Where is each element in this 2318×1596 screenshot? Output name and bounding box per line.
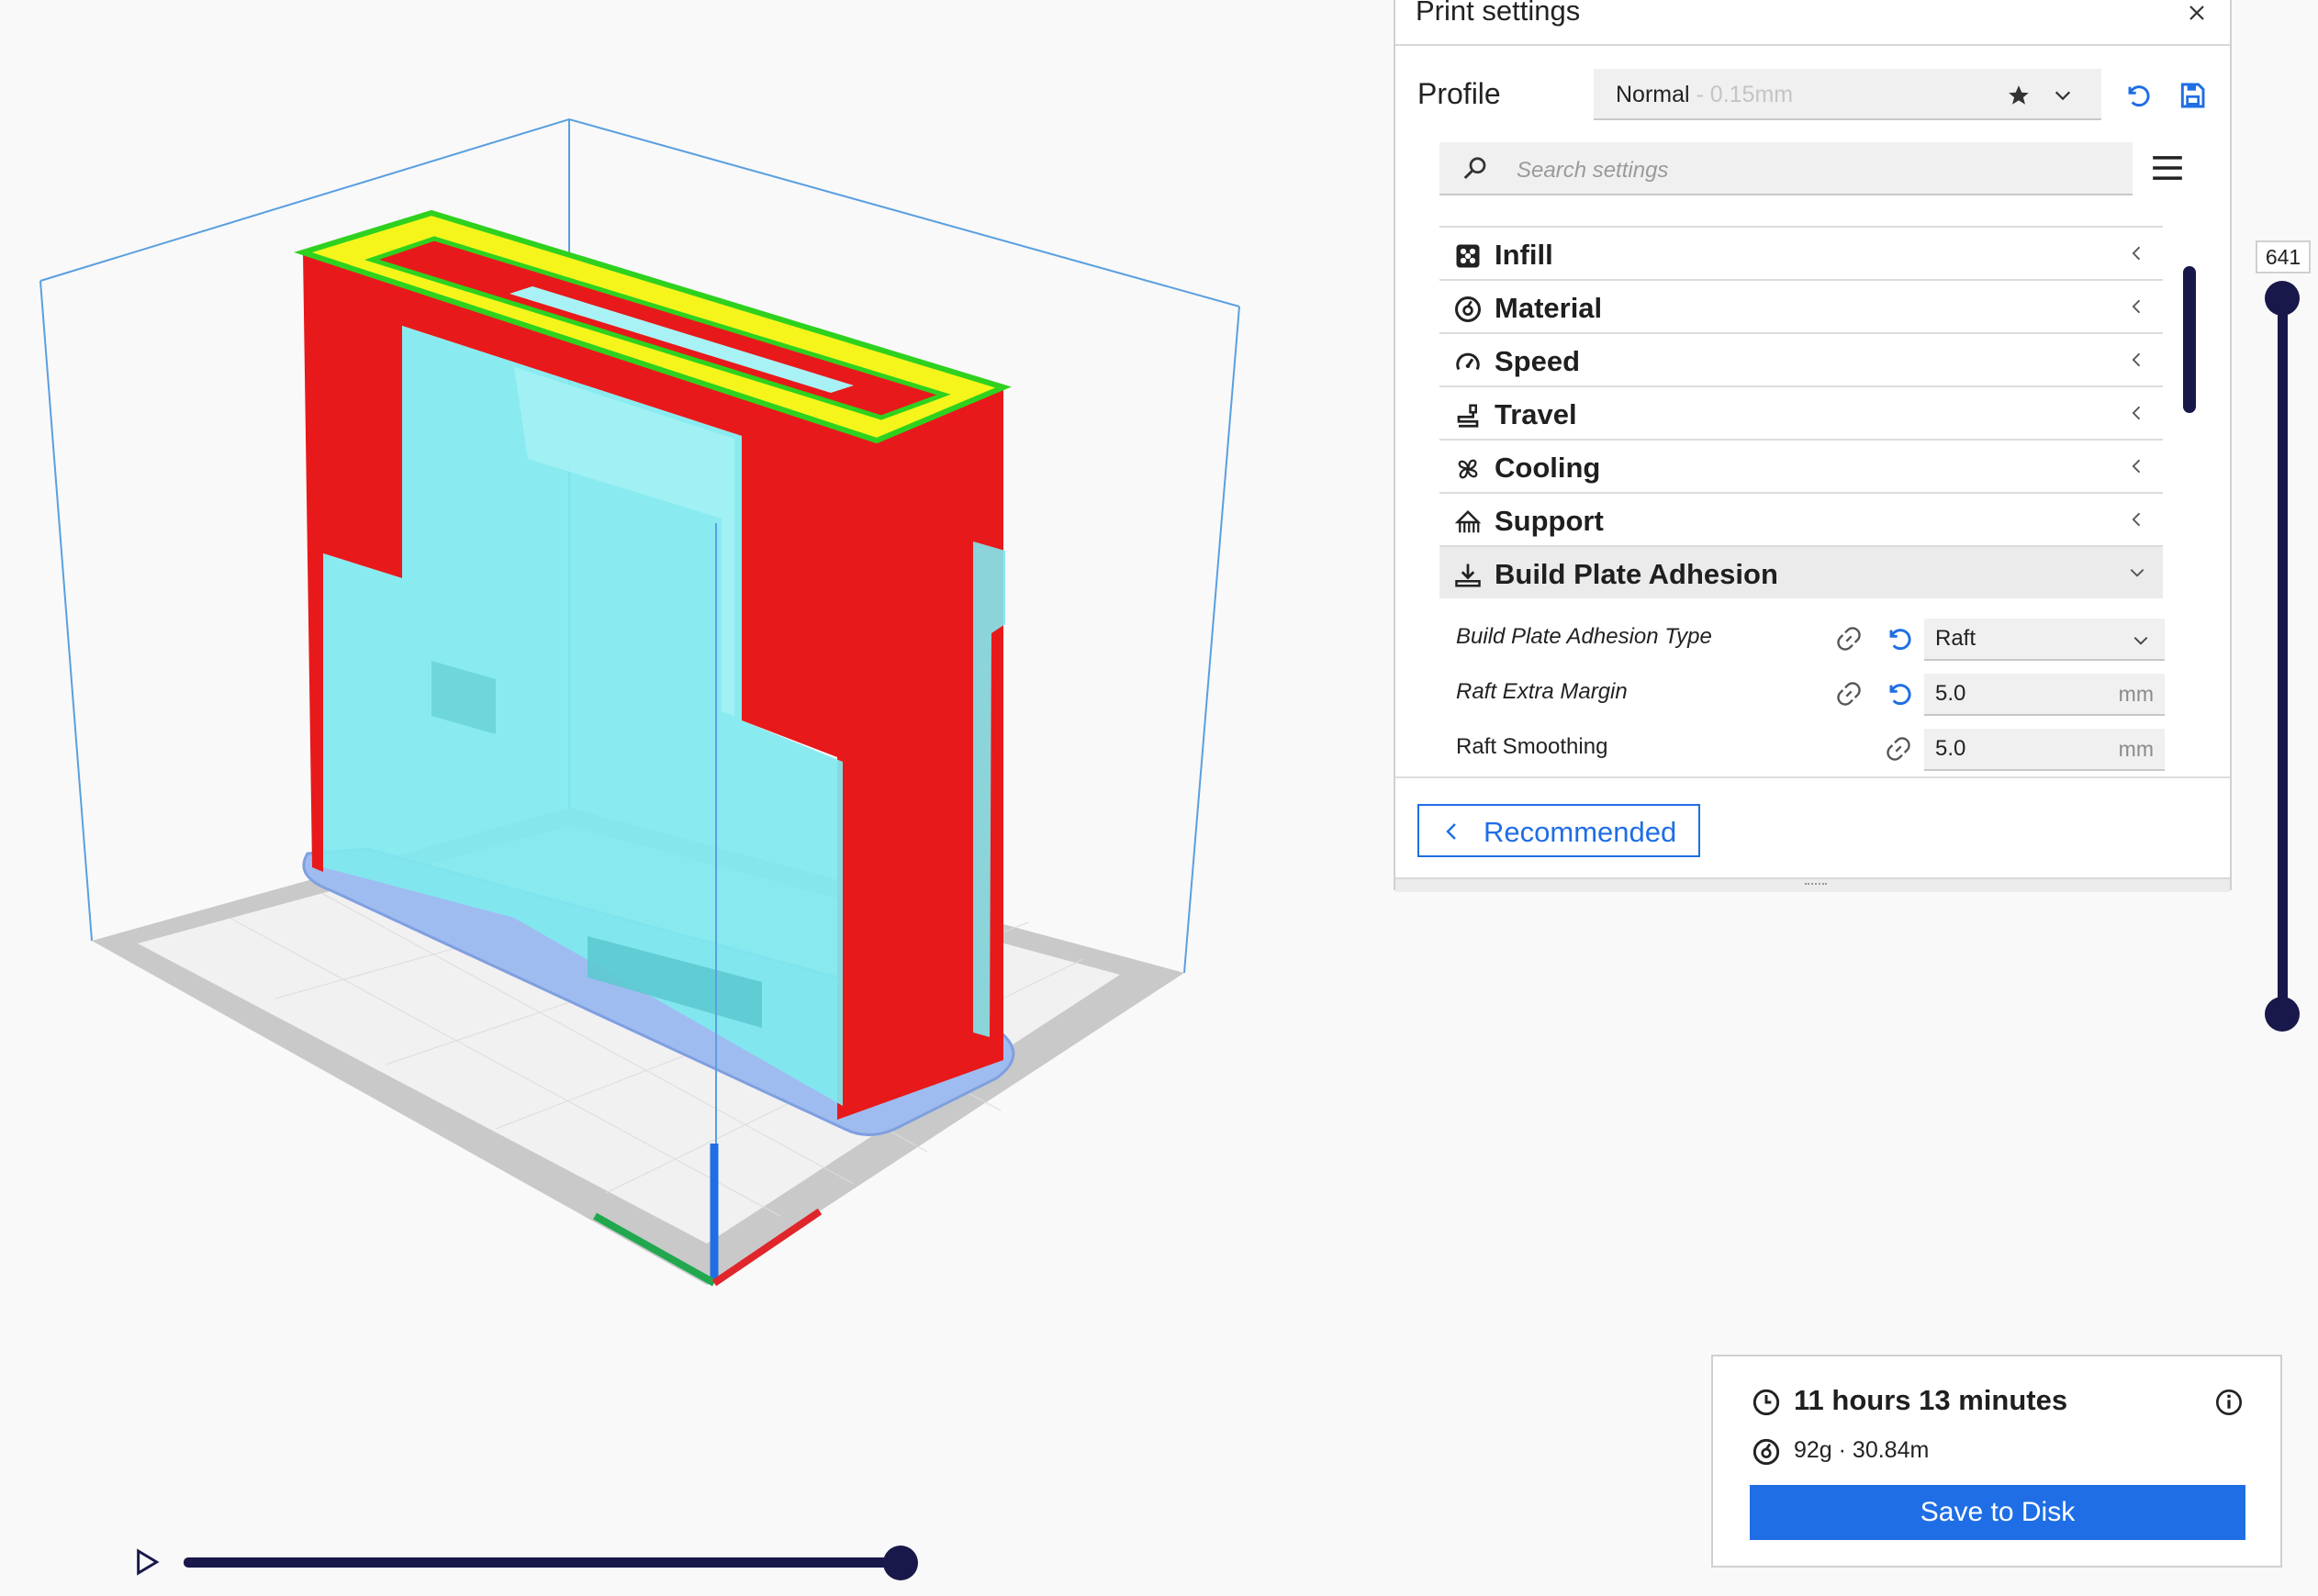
category-label: Material [1495,292,1603,324]
link-icon[interactable] [1834,624,1864,658]
unit-label: mm [2118,682,2154,706]
speed-icon [1454,349,1482,376]
support-icon [1454,508,1482,536]
layer-number-badge[interactable]: 641 [2256,240,2311,273]
adhesion-type-select[interactable]: Raft [1924,619,2165,661]
category-label: Infill [1495,239,1553,271]
category-label: Cooling [1495,452,1601,484]
recommended-button[interactable]: Recommended [1417,804,1700,857]
star-icon[interactable] [2007,84,2031,112]
category-label: Support [1495,505,1604,537]
build-plate-adhesion-icon [1454,562,1482,589]
setting-raft-extra-margin: Raft Extra Margin 5.0 mm [1439,666,2165,721]
category-speed[interactable]: Speed [1439,332,2163,385]
divider [1395,776,2230,778]
play-icon[interactable] [132,1547,162,1581]
material-usage: 92g · 30.84m [1794,1437,1930,1463]
search-icon [1461,155,1489,187]
print-settings-panel: Print settings Profile Normal - 0.15mm S… [1394,0,2232,892]
layer-slider-lower-handle[interactable] [2265,997,2300,1032]
layer-slider-upper-handle[interactable] [2265,281,2300,316]
link-icon[interactable] [1884,734,1913,768]
settings-category-list: Infill Material Speed Travel Cooling Sup… [1439,226,2163,598]
clock-icon [1752,1388,1781,1422]
chevron-left-icon [2128,510,2146,533]
adhesion-type-value: Raft [1935,626,1976,651]
search-placeholder: Search settings [1517,158,1669,183]
playback-slider-handle[interactable] [883,1546,918,1580]
save-to-disk-button[interactable]: Save to Disk [1750,1485,2245,1540]
raft-extra-margin-value: 5.0 [1935,681,1966,706]
hamburger-menu-icon[interactable] [2150,151,2185,190]
chevron-left-icon [2128,404,2146,427]
profile-name: Normal [1616,82,1690,107]
chevron-left-icon [2128,351,2146,374]
chevron-left-icon [1441,820,1463,847]
setting-label: Build Plate Adhesion Type [1456,624,1712,649]
save-icon[interactable] [2178,81,2207,115]
raft-extra-margin-input[interactable]: 5.0 mm [1924,674,2165,716]
layer-slider-track[interactable] [2278,298,2288,1014]
reset-icon[interactable] [1884,679,1913,713]
panel-header: Print settings [1395,0,2230,46]
category-travel[interactable]: Travel [1439,385,2163,439]
category-material[interactable]: Material [1439,279,2163,332]
print-time: 11 hours 13 minutes [1794,1384,2068,1416]
link-icon[interactable] [1834,679,1864,713]
chevron-down-icon [2132,631,2150,654]
setting-label: Raft Extra Margin [1456,679,1628,704]
chevron-left-icon [2128,297,2146,320]
setting-build-plate-adhesion-type: Build Plate Adhesion Type Raft [1439,611,2165,666]
playback-slider-track[interactable] [184,1557,909,1568]
travel-icon [1454,402,1482,430]
reset-icon[interactable] [1884,624,1913,658]
panel-resize-handle[interactable] [1395,877,2230,892]
material-spool-icon [1752,1437,1781,1471]
profile-label: Profile [1417,77,1501,110]
setting-label: Raft Smoothing [1456,734,1608,759]
setting-raft-smoothing: Raft Smoothing 5.0 mm [1439,721,2165,776]
raft-smoothing-input[interactable]: 5.0 mm [1924,729,2165,771]
profile-layer-height: - 0.15mm [1689,82,1794,107]
panel-title: Print settings [1416,0,1581,27]
category-label: Travel [1495,398,1577,430]
category-support[interactable]: Support [1439,492,2163,545]
category-label: Speed [1495,345,1581,377]
adhesion-settings: Build Plate Adhesion Type Raft Raft Extr… [1439,611,2165,776]
category-infill[interactable]: Infill [1439,226,2163,279]
print-estimate-card: 11 hours 13 minutes 92g · 30.84m Save to… [1711,1355,2282,1568]
close-icon[interactable] [2186,2,2212,28]
cooling-fan-icon [1454,455,1482,483]
recommended-label: Recommended [1484,816,1677,848]
profile-dropdown[interactable]: Normal - 0.15mm [1594,69,2101,120]
material-icon [1454,296,1482,323]
chevron-down-icon[interactable] [2053,85,2073,110]
unit-label: mm [2118,737,2154,761]
chevron-down-icon [2128,564,2146,586]
infill-icon [1454,242,1482,270]
info-icon[interactable] [2214,1388,2244,1422]
search-settings-input[interactable]: Search settings [1439,142,2133,195]
settings-scrollbar[interactable] [2183,266,2196,413]
undo-icon[interactable] [2122,81,2152,115]
category-label: Build Plate Adhesion [1495,558,1778,590]
category-cooling[interactable]: Cooling [1439,439,2163,492]
chevron-left-icon [2128,457,2146,480]
category-build-plate-adhesion[interactable]: Build Plate Adhesion [1439,545,2163,598]
raft-smoothing-value: 5.0 [1935,736,1966,761]
chevron-left-icon [2128,244,2146,267]
